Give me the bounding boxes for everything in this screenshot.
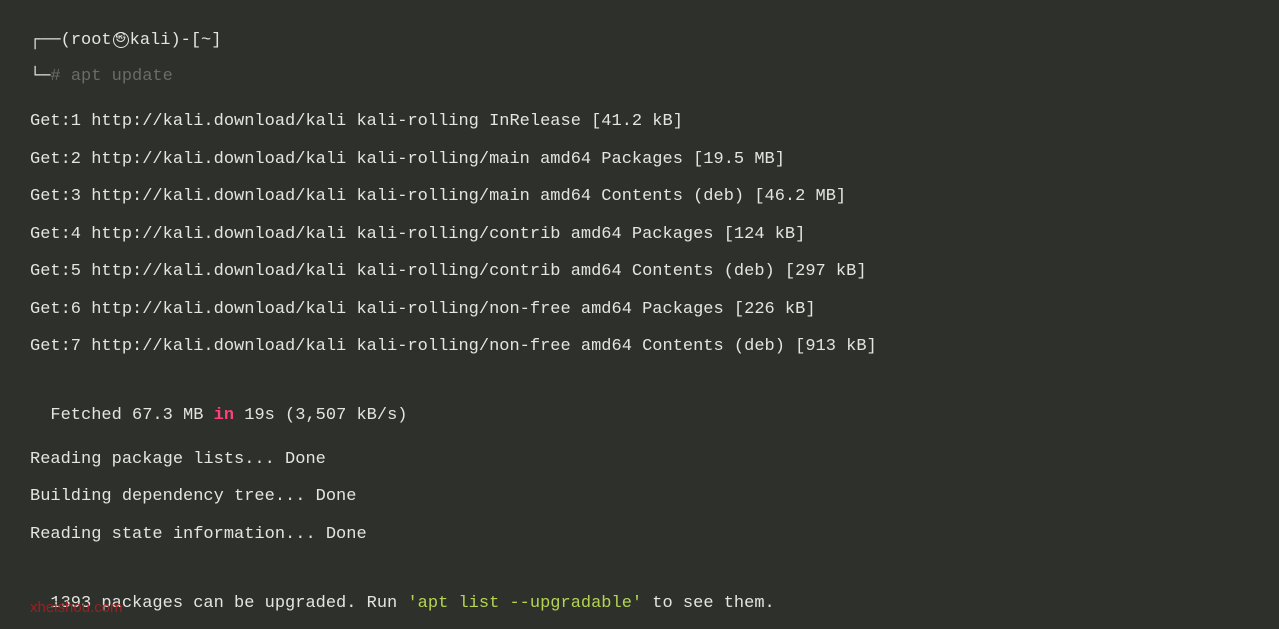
prompt-host: kali [130,31,171,50]
box-corner: ┌── [30,31,61,50]
output-line: Get:7 http://kali.download/kali kali-rol… [30,334,1249,360]
reading-lists: Reading package lists... Done [30,447,1249,473]
paren-close: )-[ [170,31,201,50]
bracket-close: ] [211,31,221,50]
building-tree: Building dependency tree... Done [30,484,1249,510]
prompt-symbol: # [50,67,60,86]
fetched-suffix: 19s (3,507 kB/s) [234,406,407,425]
keyword-in: in [214,406,234,425]
output-line: Get:2 http://kali.download/kali kali-rol… [30,147,1249,173]
output-line: Get:4 http://kali.download/kali kali-rol… [30,222,1249,248]
output-line: Get:1 http://kali.download/kali kali-rol… [30,109,1249,135]
fetched-line: Fetched 67.3 MB in 19s (3,507 kB/s) [30,378,1249,429]
skull-icon: ㉿ [113,32,129,48]
upgrade-quoted: 'apt list --upgradable' [407,594,642,613]
reading-state: Reading state information... Done [30,522,1249,548]
prompt-user: root [71,31,112,50]
output-line: Get:5 http://kali.download/kali kali-rol… [30,259,1249,285]
command-text[interactable]: apt update [71,67,173,86]
upgrade-line: 1393 packages can be upgraded. Run 'apt … [30,565,1249,616]
fetched-prefix: Fetched 67.3 MB [50,406,213,425]
output-line: Get:3 http://kali.download/kali kali-rol… [30,184,1249,210]
output-line: Get:6 http://kali.download/kali kali-rol… [30,297,1249,323]
box-corner-bottom: └─ [30,67,50,86]
upgrade-suffix: to see them. [642,594,775,613]
prompt-line-1: ┌──(root㉿kali)-[~] [30,28,1249,54]
paren-open: ( [61,31,71,50]
prompt-line-2: └─# apt update [30,64,1249,90]
watermark: xheishou.com [30,597,123,620]
prompt-path: ~ [201,31,211,50]
